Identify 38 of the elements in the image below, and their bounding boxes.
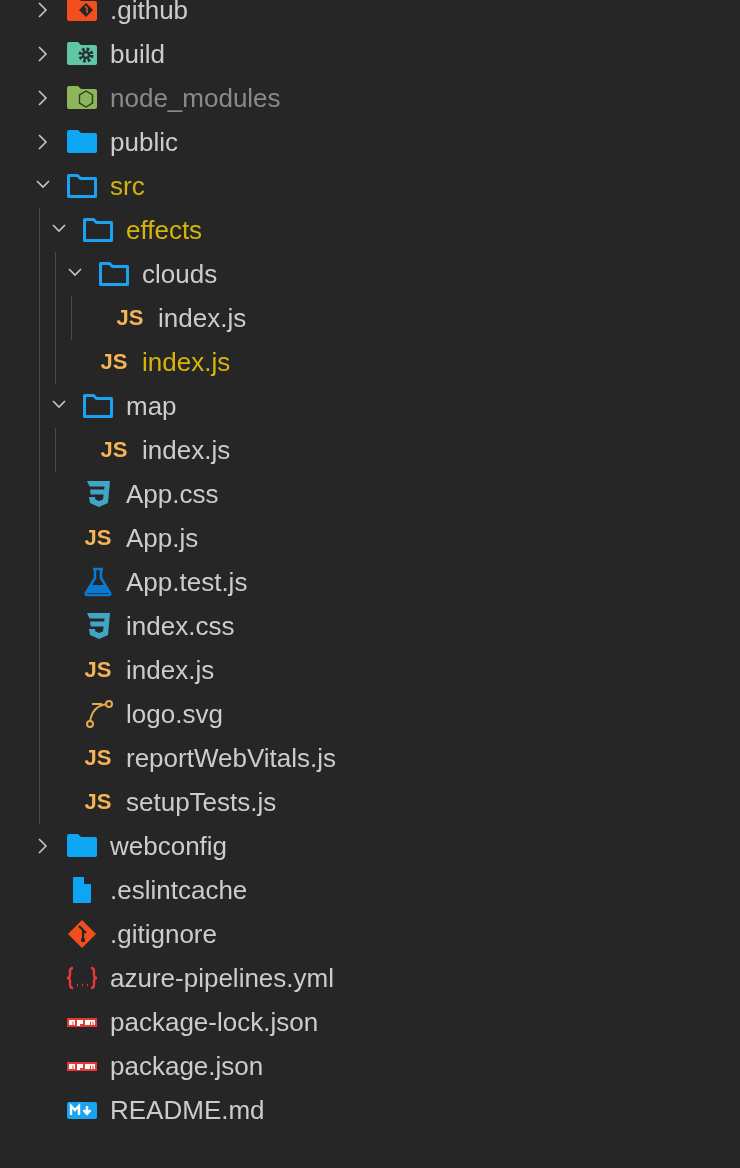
file-name[interactable]: build xyxy=(110,38,165,70)
npm-icon xyxy=(67,1017,97,1027)
file-name[interactable]: index.js xyxy=(142,434,231,466)
file-name[interactable]: index.js xyxy=(142,346,231,378)
js-icon: JS xyxy=(116,307,144,329)
file-name[interactable]: reportWebVitals.js xyxy=(126,742,337,774)
file-name[interactable]: effects xyxy=(126,214,203,246)
file-name[interactable]: App.js xyxy=(126,522,199,554)
file-name[interactable]: webconfig xyxy=(110,830,228,862)
js-icon: JS xyxy=(84,747,112,769)
flask-icon xyxy=(82,566,114,598)
file-name[interactable]: azure-pipelines.yml xyxy=(110,962,334,994)
js-icon: JS xyxy=(100,439,128,461)
file-name[interactable]: logo.svg xyxy=(126,698,223,730)
file-name[interactable]: node_modules xyxy=(110,82,281,114)
file-name[interactable]: clouds xyxy=(142,258,218,290)
file-name[interactable]: README.md xyxy=(110,1094,265,1126)
file-name[interactable]: index.js xyxy=(126,654,215,686)
file-name[interactable]: map xyxy=(126,390,177,422)
file-name[interactable]: index.js xyxy=(158,302,247,334)
markdown-icon xyxy=(67,1101,97,1119)
git-icon xyxy=(66,918,98,950)
js-icon: JS xyxy=(84,659,112,681)
file-name[interactable]: src xyxy=(110,170,145,202)
file-name[interactable]: App.test.js xyxy=(126,566,248,598)
file-name[interactable]: App.css xyxy=(126,478,219,510)
file-name[interactable]: public xyxy=(110,126,178,158)
file-name[interactable]: index.css xyxy=(126,610,235,642)
js-icon: JS xyxy=(100,351,128,373)
js-icon: JS xyxy=(84,527,112,549)
js-icon: JS xyxy=(84,791,112,813)
file-name[interactable]: package-lock.json xyxy=(110,1006,319,1038)
file-name[interactable]: .github xyxy=(110,0,189,26)
npm-icon xyxy=(67,1061,97,1071)
file-name[interactable]: setupTests.js xyxy=(126,786,277,818)
file-name[interactable]: package.json xyxy=(110,1050,264,1082)
file-name[interactable]: .gitignore xyxy=(110,918,217,950)
file-name[interactable]: .eslintcache xyxy=(110,874,248,906)
